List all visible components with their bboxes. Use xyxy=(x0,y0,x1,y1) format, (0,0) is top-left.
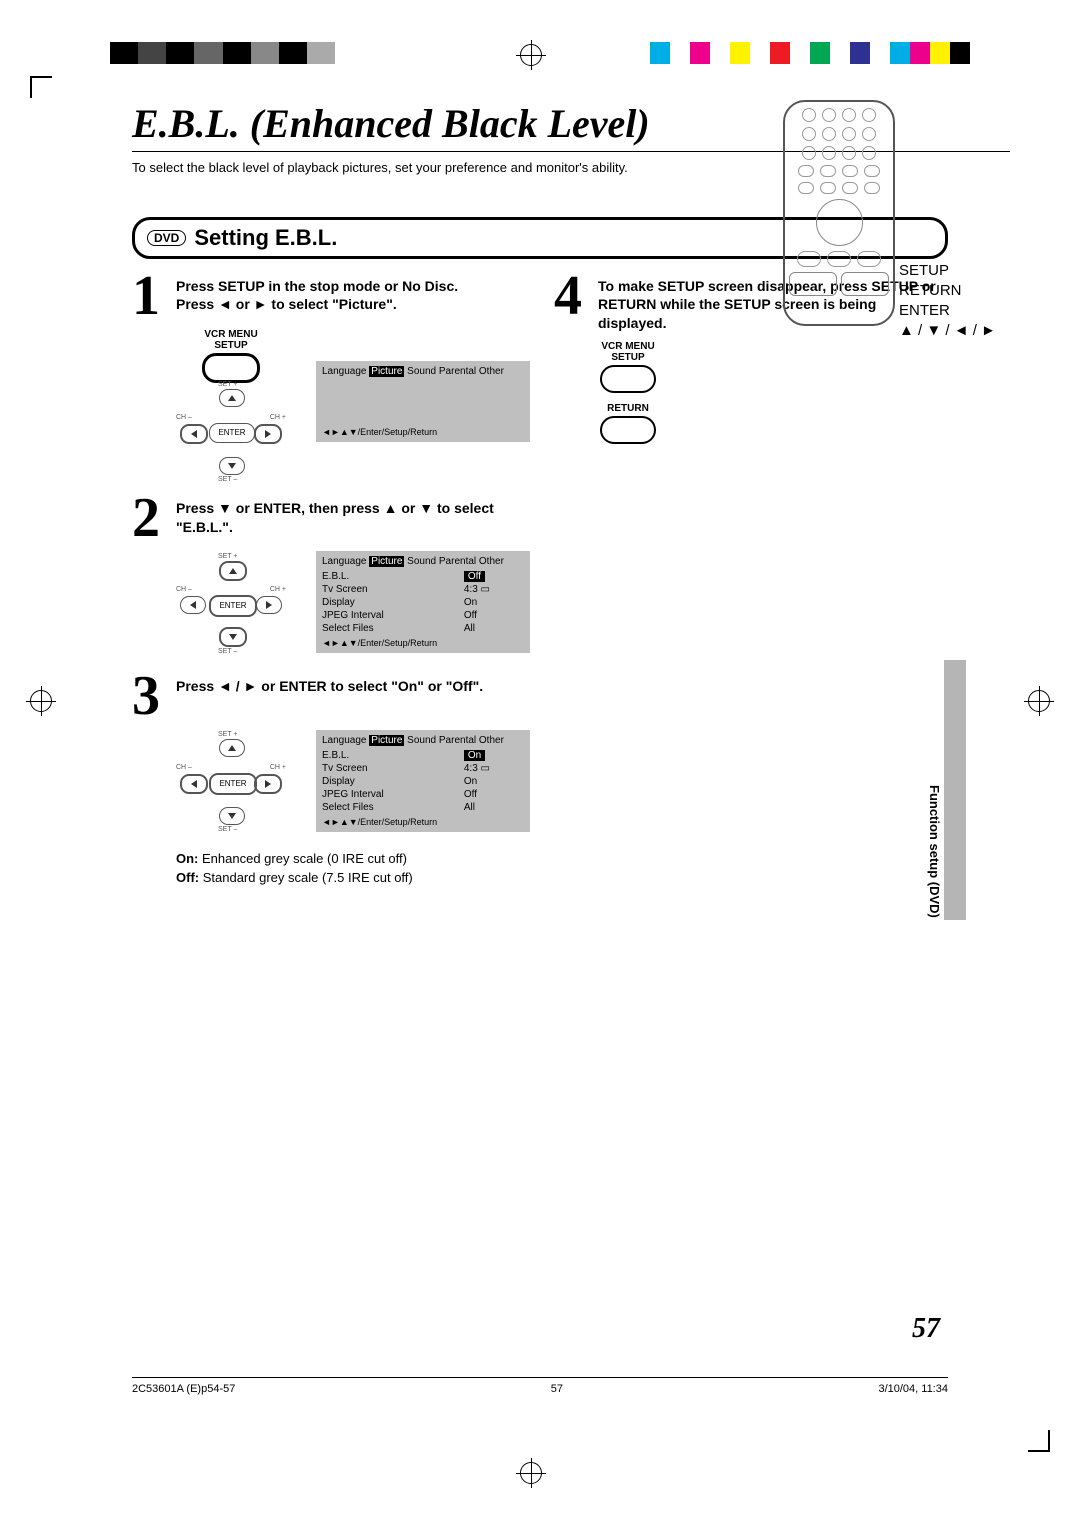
footer-center: 57 xyxy=(551,1383,563,1395)
osd-step1: Language Picture Sound Parental Other ◄►… xyxy=(316,361,530,442)
setup-button-icon-2 xyxy=(600,365,656,393)
print-bars-bw xyxy=(110,42,335,64)
crop-mark-tl xyxy=(30,76,52,98)
return-label: RETURN xyxy=(598,403,658,414)
page-number: 57 xyxy=(912,1313,940,1345)
setup-label-2: SETUP xyxy=(598,352,658,363)
dvd-badge: DVD xyxy=(147,230,186,246)
step2-diagram: ENTER SET + SET – CH – CH + Language Pic… xyxy=(176,551,530,653)
remote-label-arrows: ▲ / ▼ / ◄ / ► xyxy=(899,322,996,339)
remote-label-enter: ENTER xyxy=(899,302,950,319)
step2-text: Press ▼ or ENTER, then press ▲ or ▼ to s… xyxy=(176,499,530,537)
registration-right xyxy=(1028,690,1050,712)
right-column: 4 To make SETUP screen disappear, press … xyxy=(554,271,948,888)
step-1: 1 Press SETUP in the stop mode or No Dis… xyxy=(132,271,530,321)
footer-right: 3/10/04, 11:34 xyxy=(878,1383,948,1395)
vcrmenu-label-2: VCR MENU xyxy=(598,341,658,352)
step3-diagram: ENTER SET + SET – CH – CH + Language Pic… xyxy=(176,730,530,832)
section-title: Setting E.B.L. xyxy=(194,225,337,251)
vcrmenu-label: VCR MENU xyxy=(176,329,286,340)
setup-button-icon xyxy=(202,353,260,383)
registration-top xyxy=(520,44,542,66)
setup-label: SETUP xyxy=(176,340,286,351)
crop-mark-br xyxy=(1028,1430,1050,1452)
print-bars-color xyxy=(650,42,970,64)
ebl-explanation: On: Enhanced grey scale (0 IRE cut off) … xyxy=(176,850,530,888)
dpad-icon: ENTER SET + SET – CH – CH + xyxy=(176,561,286,647)
print-footer: 2C53601A (E)p54-57 57 3/10/04, 11:34 xyxy=(132,1377,948,1395)
thumb-tab-grey xyxy=(944,660,966,920)
step1-text-a: Press SETUP in the stop mode or No Disc. xyxy=(176,277,458,296)
step-3: 3 Press ◄ / ► or ENTER to select "On" or… xyxy=(132,671,530,721)
step1-diagram: VCR MENU SETUP ENTER SET + SET – CH – CH… xyxy=(176,329,530,475)
footer-left: 2C53601A (E)p54-57 xyxy=(132,1383,235,1395)
dpad-icon: ENTER SET + SET – CH – CH + xyxy=(176,739,286,825)
step3-text: Press ◄ / ► or ENTER to select "On" or "… xyxy=(176,677,483,696)
step4-text: To make SETUP screen disappear, press SE… xyxy=(598,277,948,334)
step-2: 2 Press ▼ or ENTER, then press ▲ or ▼ to… xyxy=(132,493,530,543)
step1-text-b: Press ◄ or ► to select "Picture". xyxy=(176,295,458,314)
left-column: 1 Press SETUP in the stop mode or No Dis… xyxy=(132,271,530,888)
page-subtitle: To select the black level of playback pi… xyxy=(132,159,672,177)
registration-left xyxy=(30,690,52,712)
osd-step3: Language Picture Sound Parental Other E.… xyxy=(316,730,530,832)
remote-illustration: SETUP RETURN ENTER ▲ / ▼ / ◄ / ► xyxy=(783,100,895,326)
registration-bottom xyxy=(520,1462,542,1484)
remote-label-setup: SETUP xyxy=(899,262,949,279)
osd-step2: Language Picture Sound Parental Other E.… xyxy=(316,551,530,653)
remote-label-return: RETURN xyxy=(899,282,962,299)
return-button-icon xyxy=(600,416,656,444)
side-tab-label: Function setup (DVD) xyxy=(927,785,942,918)
